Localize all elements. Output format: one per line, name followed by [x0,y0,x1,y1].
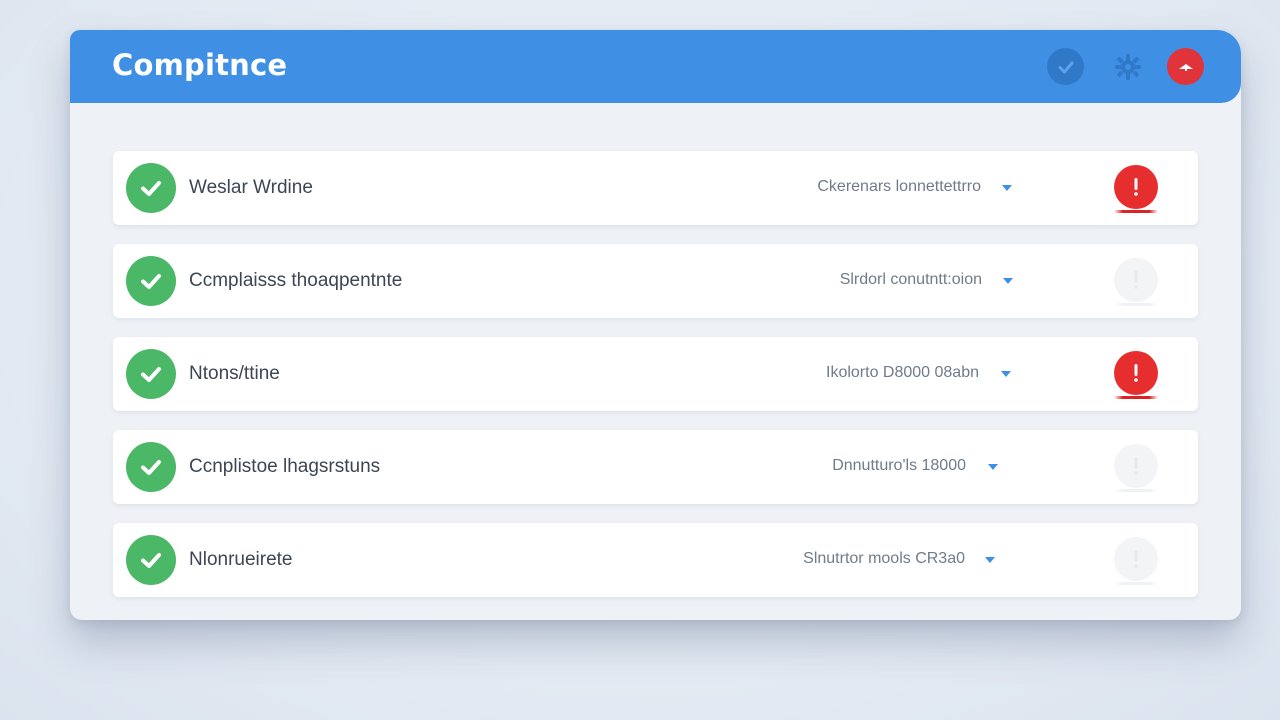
row-status: Slnutrtor mools CR3a0 [803,550,965,567]
row-label: Ntons/ttine [189,363,280,384]
alert-icon[interactable] [1114,444,1158,488]
alert-icon[interactable] [1114,351,1158,395]
row-label: Ccmplaisss thoaqpentnte [189,270,403,291]
list-item[interactable]: Ccmplaisss thoaqpentnte Slrdorl conutntt… [113,244,1198,318]
compliance-panel: Compitnce Weslar Wrdine Ckerenars lonnet… [70,30,1241,620]
check-circle-icon [126,163,176,213]
list-item[interactable]: Ntons/ttine Ikolorto D8000 08abn [113,337,1198,411]
chevron-down-icon[interactable] [1000,181,1014,193]
row-label: Nlonrueirete [189,549,293,570]
check-circle-icon [126,256,176,306]
row-label: Weslar Wrdine [189,177,313,198]
row-status: Ikolorto D8000 08abn [826,364,979,381]
alert-underline [1114,396,1158,399]
check-circle-icon [126,442,176,492]
gear-icon[interactable] [1109,48,1146,85]
panel-header: Compitnce [70,30,1241,103]
check-circle-icon [126,535,176,585]
alert-underline [1114,582,1158,585]
list-item[interactable]: Weslar Wrdine Ckerenars lonnettettrro [113,151,1198,225]
alert-underline [1114,489,1158,492]
alert-underline [1114,210,1158,213]
chevron-down-icon[interactable] [983,553,997,565]
chevron-down-icon[interactable] [986,460,1000,472]
alert-icon[interactable] [1114,165,1158,209]
row-status: Dnnutturo'ls 18000 [832,457,966,474]
page-title: Compitnce [112,48,288,82]
check-circle-icon[interactable] [1047,48,1084,85]
row-label: Ccnplistoe lhagsrstuns [189,456,381,477]
alert-underline [1114,303,1158,306]
chevron-down-icon[interactable] [1001,274,1015,286]
chevron-down-icon[interactable] [999,367,1013,379]
alert-icon[interactable] [1114,537,1158,581]
alert-icon[interactable] [1114,258,1158,302]
alert-icon[interactable] [1167,48,1204,85]
list-item[interactable]: Ccnplistoe lhagsrstuns Dnnutturo'ls 1800… [113,430,1198,504]
row-status: Ckerenars lonnettettrro [817,178,981,195]
check-circle-icon [126,349,176,399]
row-status: Slrdorl conutntt:oion [839,271,982,288]
list-item[interactable]: Nlonrueirete Slnutrtor mools CR3a0 [113,523,1198,597]
